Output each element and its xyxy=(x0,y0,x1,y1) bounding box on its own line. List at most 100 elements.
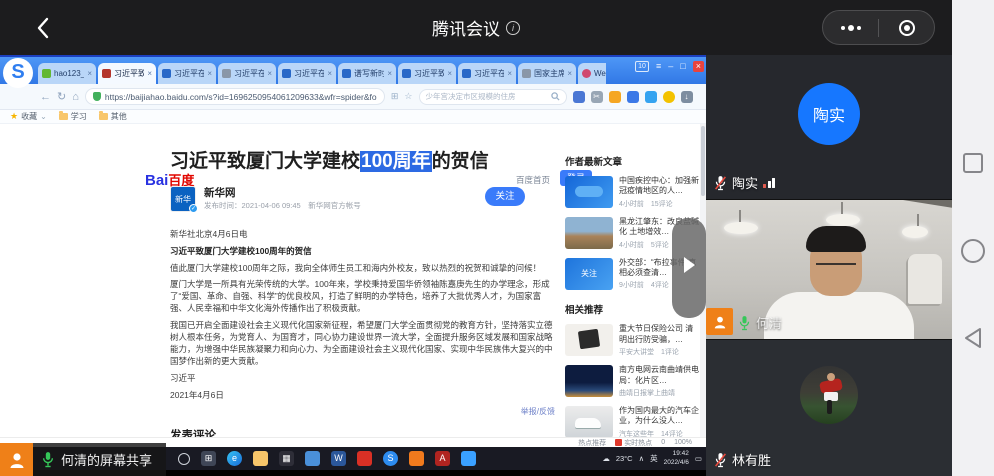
info-icon[interactable]: i xyxy=(506,21,520,35)
tab-close-icon[interactable]: × xyxy=(387,69,392,78)
taskbar-pdf-icon[interactable] xyxy=(357,451,372,466)
participant-tile-heqing[interactable]: 何清 xyxy=(706,200,952,339)
sogou-logo[interactable]: S xyxy=(3,58,33,88)
taskbar-app-icon[interactable] xyxy=(461,451,476,466)
article-subtitle: 习近平致厦门大学建校100周年的贺信 xyxy=(170,246,555,258)
network-signal-icon xyxy=(763,178,775,188)
extension-screenshot-icon[interactable]: ✂ xyxy=(591,91,603,103)
bookmark-favorites[interactable]: ★收藏⌄ xyxy=(10,111,47,122)
tab-close-icon[interactable]: × xyxy=(447,69,452,78)
participant-name-row: 陶实 xyxy=(714,173,775,192)
participant-tile-linyousheng[interactable]: 林有胜 xyxy=(706,340,952,476)
zoom-level[interactable]: 100% xyxy=(674,439,692,446)
taskbar-search-icon[interactable] xyxy=(178,453,190,465)
author-article-item[interactable]: 中国疾控中心：加强新冠疫情地区的人…4小时前 15评论 xyxy=(565,176,700,209)
tab-webvpn[interactable]: WebVpn× xyxy=(578,63,606,84)
scrollbar-thumb[interactable] xyxy=(701,126,705,196)
taskbar-foxit-icon[interactable] xyxy=(409,451,424,466)
hot-icon xyxy=(615,439,622,446)
tab-close-icon[interactable]: × xyxy=(147,69,152,78)
follow-button[interactable]: 关注 xyxy=(485,187,525,206)
home-icon[interactable]: ⌂ xyxy=(72,91,79,103)
minimize-icon[interactable]: – xyxy=(668,61,673,72)
tray-expand-icon[interactable]: ∧ xyxy=(639,454,645,463)
taskbar-calculator-icon[interactable]: ▦ xyxy=(279,451,294,466)
mic-muted-icon xyxy=(714,175,727,191)
hot-recommend-link[interactable]: 热点推荐 xyxy=(578,438,606,448)
author-name[interactable]: 新华网 xyxy=(204,185,236,200)
related-item[interactable]: 南方电网云南曲靖供电局：化片区…曲靖日报掌上曲靖 xyxy=(565,365,700,398)
report-link[interactable]: 举报/反馈 xyxy=(170,406,555,417)
address-bar[interactable]: https://baijiahao.baidu.com/s?id=1696250… xyxy=(85,88,385,105)
presenter-icon xyxy=(706,308,733,335)
tab-close-icon[interactable]: × xyxy=(327,69,332,78)
tab-close-icon[interactable]: × xyxy=(207,69,212,78)
tab-news-4[interactable]: 谱写新时代× xyxy=(338,63,396,84)
taskbar-explorer-icon[interactable] xyxy=(253,451,268,466)
menu-icon[interactable]: ≡ xyxy=(656,61,661,72)
back-icon[interactable]: ← xyxy=(40,91,51,103)
taskbar-edge-icon[interactable]: e xyxy=(227,451,242,466)
tab-close-icon[interactable]: × xyxy=(567,69,572,78)
hao123-favicon xyxy=(42,69,51,78)
grid-icon[interactable]: ⊞ xyxy=(391,91,399,102)
tab-news-2[interactable]: 习近平在清× xyxy=(218,63,276,84)
extension-alert-icon[interactable] xyxy=(663,91,675,103)
extension-monitor-icon[interactable] xyxy=(645,91,657,103)
refresh-icon[interactable]: ↻ xyxy=(57,90,66,103)
taskbar-folder-icon[interactable] xyxy=(305,451,320,466)
input-language[interactable]: 英 xyxy=(650,453,658,464)
extension-collect-icon[interactable] xyxy=(627,91,639,103)
close-window-icon[interactable]: × xyxy=(693,61,704,72)
bookmark-folder-other[interactable]: 其他 xyxy=(99,111,127,122)
participant-name: 何清 xyxy=(756,313,782,332)
realtime-hot-link[interactable]: 实时热点 xyxy=(615,438,652,448)
taskbar-word-icon[interactable]: W xyxy=(331,451,346,466)
related-item[interactable]: 作为国内最大的汽车企业，为什么没人…汽车这些年 14评论 xyxy=(565,406,700,437)
maximize-icon[interactable]: □ xyxy=(680,61,685,72)
mic-active-icon xyxy=(738,315,751,331)
share-banner: 何清的屏幕共享 xyxy=(33,443,166,476)
tab-hao123[interactable]: hao123_上× xyxy=(38,63,96,84)
news-favicon xyxy=(462,69,471,78)
weather-icon[interactable]: ☁ xyxy=(602,454,610,463)
tab-news-5[interactable]: 习近平致厦× xyxy=(398,63,456,84)
extension-translate-icon[interactable] xyxy=(573,91,585,103)
tab-count-badge[interactable]: 10 xyxy=(635,61,649,72)
paragraph: 我国已开启全面建设社会主义现代化国家新征程，希望厦门大学全面贯彻党的教育方针，坚… xyxy=(170,320,555,368)
taskbar-clock[interactable]: 19:422022/4/6 xyxy=(664,450,689,467)
news-favicon xyxy=(402,69,411,78)
article-title: 习近平致厦门大学建校100周年的贺信 xyxy=(170,150,555,174)
temperature[interactable]: 23°C xyxy=(616,454,633,463)
recents-button[interactable] xyxy=(962,152,984,179)
tab-close-icon[interactable]: × xyxy=(507,69,512,78)
related-item[interactable]: 重大节日保险公司 清明出行防受骗，…平安大讲堂 1评论 xyxy=(565,324,700,357)
tab-news-3[interactable]: 习近平在海× xyxy=(278,63,336,84)
tab-close-icon[interactable]: × xyxy=(267,69,272,78)
participant-tile-taoshi[interactable]: 陶实 陶实 xyxy=(706,55,952,199)
tab-news-7[interactable]: 国家主席习× xyxy=(518,63,576,84)
sidebar-toggle-flap[interactable] xyxy=(672,218,706,318)
toolbar-search-box[interactable]: 少年宫决定市区规模的住房 xyxy=(419,89,567,105)
taskbar-sogou-icon[interactable]: S xyxy=(383,451,398,466)
search-icon xyxy=(551,92,560,101)
chevron-down-icon: ⌄ xyxy=(40,112,47,121)
bookmark-folder-study[interactable]: 学习 xyxy=(59,111,87,122)
bookmark-star-icon[interactable]: ☆ xyxy=(404,91,412,102)
tab-news-1[interactable]: 习近平在福× xyxy=(158,63,216,84)
back-nav-button[interactable] xyxy=(961,326,985,355)
close-capsule-button[interactable] xyxy=(879,11,934,44)
tab-article-active[interactable]: 习近平致厦× xyxy=(98,63,156,84)
notification-icon[interactable]: ▭ xyxy=(695,454,702,463)
tab-close-icon[interactable]: × xyxy=(87,69,92,78)
taskbar-adobe-icon[interactable]: A xyxy=(435,451,450,466)
paragraph: 厦门大学是一所具有光荣传统的大学。100年来，学校秉持爱国华侨领袖陈嘉庚先生的办… xyxy=(170,279,555,315)
extension-pen-icon[interactable] xyxy=(609,91,621,103)
home-button[interactable] xyxy=(960,238,986,269)
more-options-button[interactable] xyxy=(823,11,878,44)
browser-tabs: hao123_上× 习近平致厦× 习近平在福× 习近平在清× 习近平在海× 谱写… xyxy=(38,63,606,84)
task-view-icon[interactable]: ⊞ xyxy=(201,451,216,466)
download-icon[interactable]: ↓ xyxy=(681,91,693,103)
news-favicon xyxy=(342,69,351,78)
tab-news-6[interactable]: 习近平在闽× xyxy=(458,63,516,84)
